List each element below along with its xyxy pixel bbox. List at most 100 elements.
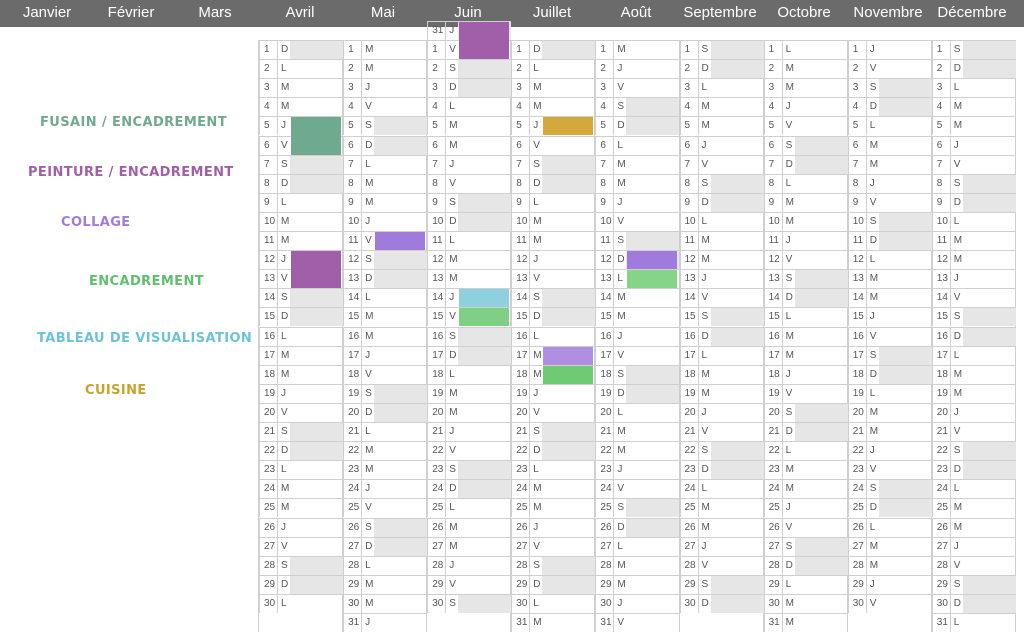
day-cell[interactable]: 4S (595, 97, 680, 117)
day-cell[interactable]: 20 L (595, 402, 680, 422)
day-cell[interactable]: 25 L (427, 498, 512, 518)
day-cell[interactable]: 30 L (511, 593, 596, 613)
day-cell[interactable]: 10 V (595, 211, 680, 231)
day-cell[interactable]: 1M (343, 40, 428, 59)
day-cell[interactable]: 2L (511, 59, 596, 79)
day-cell[interactable]: 25 M (511, 498, 596, 518)
day-cell[interactable]: 11 J (763, 231, 848, 250)
day-cell[interactable]: 29 M (595, 574, 680, 594)
day-cell[interactable]: 7V (931, 154, 1016, 174)
day-cell[interactable]: 3M (259, 78, 343, 98)
day-cell[interactable]: 11 M (931, 231, 1016, 250)
day-cell[interactable]: 27 J (931, 536, 1016, 556)
day-cell[interactable]: 11 M (679, 231, 764, 250)
day-cell[interactable]: 27 J (679, 536, 764, 556)
day-cell[interactable]: 14 M (595, 288, 680, 308)
day-cell[interactable]: 2M (343, 59, 428, 79)
day-cell[interactable]: 18 D (847, 364, 932, 384)
day-cell[interactable]: 4D (847, 97, 932, 117)
day-cell[interactable]: 7D (763, 154, 848, 174)
day-cell[interactable]: 6M (427, 135, 512, 155)
day-cell[interactable]: 26 M (427, 517, 512, 537)
day-cell[interactable]: 28 M (595, 555, 680, 575)
day-cell[interactable]: 3M (763, 78, 848, 98)
day-cell[interactable]: 3L (931, 78, 1016, 98)
day-cell[interactable]: 17 M (763, 345, 848, 365)
day-cell[interactable]: 8M (595, 173, 680, 193)
day-cell[interactable]: 21 S (259, 422, 343, 441)
day-cell[interactable]: 20 V (259, 402, 343, 422)
day-cell[interactable]: 27 M (427, 536, 512, 556)
day-cell[interactable]: 28 L (343, 555, 428, 575)
day-cell[interactable]: 17 L (679, 345, 764, 365)
day-cell[interactable]: 15 D (259, 307, 343, 327)
day-cell[interactable]: 4M (259, 97, 343, 117)
day-cell[interactable]: 9J (595, 192, 680, 212)
day-cell[interactable]: 22 V (427, 441, 512, 461)
day-cell[interactable]: 8M (343, 173, 428, 193)
day-cell[interactable]: 30 S (427, 593, 512, 613)
day-cell[interactable]: 18 S (595, 364, 680, 384)
day-cell[interactable]: 9S (427, 192, 512, 212)
day-cell[interactable]: 31 M (511, 613, 596, 632)
day-cell[interactable]: 22 L (763, 441, 848, 461)
day-cell[interactable]: 9D (931, 192, 1016, 212)
day-cell[interactable]: 17 D (427, 345, 512, 365)
day-cell[interactable]: 15 S (679, 307, 764, 327)
day-cell[interactable]: 2V (847, 59, 932, 79)
day-cell[interactable]: 28 S (259, 555, 343, 575)
day-cell[interactable]: 6L (595, 135, 680, 155)
day-cell[interactable]: 4M (931, 97, 1016, 117)
day-cell[interactable]: 17 M (259, 345, 343, 365)
day-cell[interactable]: 24 L (679, 479, 764, 499)
day-cell[interactable]: 21 V (931, 422, 1016, 441)
day-cell[interactable]: 3S (847, 78, 932, 98)
day-cell[interactable]: 30 D (679, 593, 764, 613)
day-cell[interactable]: 27 D (343, 536, 428, 556)
day-cell[interactable]: 10 S (847, 211, 932, 231)
day-cell[interactable]: 4J (763, 97, 848, 117)
day-cell[interactable]: 5M (679, 116, 764, 136)
day-cell[interactable]: 15 S (931, 307, 1016, 327)
day-cell[interactable]: 28 J (427, 555, 512, 575)
day-cell[interactable]: 8V (427, 173, 512, 193)
day-cell[interactable]: 28 V (679, 555, 764, 575)
day-cell[interactable]: 7S (259, 154, 343, 174)
day-cell[interactable]: 7L (343, 154, 428, 174)
day-cell[interactable]: 6D (343, 135, 428, 155)
day-cell[interactable]: 24 S (847, 479, 932, 499)
day-cell[interactable]: 13 J (679, 269, 764, 289)
day-cell[interactable]: 1M (595, 40, 680, 59)
day-cell[interactable]: 30 M (763, 593, 848, 613)
day-cell[interactable]: 25 M (931, 498, 1016, 518)
event-block[interactable] (291, 251, 341, 289)
day-cell[interactable]: 1S (931, 40, 1016, 59)
day-cell[interactable]: 19 J (259, 383, 343, 403)
day-cell[interactable]: 26 J (259, 517, 343, 537)
day-cell[interactable]: 2S (427, 59, 512, 79)
day-cell[interactable]: 28 V (931, 555, 1016, 575)
day-cell[interactable]: 12 S (343, 250, 428, 270)
day-cell[interactable]: 25 S (595, 498, 680, 518)
day-cell[interactable]: 7S (511, 154, 596, 174)
day-cell[interactable]: 11 D (847, 231, 932, 250)
day-cell[interactable]: 3M (511, 78, 596, 98)
day-cell[interactable]: 18 J (763, 364, 848, 384)
day-cell[interactable]: 18 L (427, 364, 512, 384)
day-cell[interactable]: 12 M (679, 250, 764, 270)
day-cell[interactable]: 30 M (343, 593, 428, 613)
day-cell[interactable]: 22 M (595, 441, 680, 461)
day-cell[interactable]: 24 M (511, 479, 596, 499)
day-cell[interactable]: 16 D (931, 326, 1016, 346)
day-cell[interactable]: 2L (259, 59, 343, 79)
event-block[interactable] (291, 117, 341, 155)
day-cell[interactable]: 24 L (931, 479, 1016, 499)
day-cell[interactable]: 22 J (847, 441, 932, 461)
day-cell[interactable]: 19 D (595, 383, 680, 403)
day-cell[interactable]: 26 M (931, 517, 1016, 537)
day-cell[interactable]: 10 M (259, 211, 343, 231)
day-cell[interactable]: 30 V (847, 593, 932, 613)
day-cell[interactable]: 3L (679, 78, 764, 98)
day-cell[interactable]: 7M (595, 154, 680, 174)
day-cell[interactable]: 8S (931, 173, 1016, 193)
